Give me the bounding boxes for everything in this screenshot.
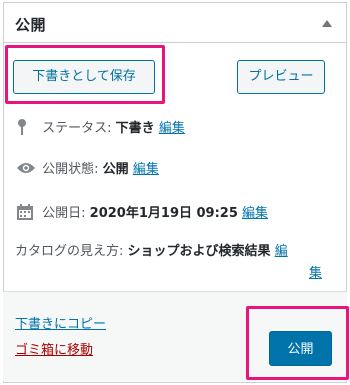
catalog-visibility-label: カタログの見え方: xyxy=(15,244,124,259)
edit-date-link[interactable]: 編集 xyxy=(242,206,268,221)
status-label: ステータス: xyxy=(42,121,112,136)
panel-header[interactable]: 公開 xyxy=(4,3,346,43)
visibility-value: 公開 xyxy=(102,162,129,177)
edit-visibility-link[interactable]: 編集 xyxy=(133,162,159,177)
publish-date-row: 公開日: 2020年1月19日 09:25 編集 xyxy=(16,202,268,225)
visibility-label: 公開状態: xyxy=(42,162,99,177)
status-row: ステータス: 下書き 編集 xyxy=(16,117,185,140)
eye-icon xyxy=(16,161,38,179)
publish-date-label: 公開日: xyxy=(42,206,86,221)
catalog-visibility-row: カタログの見え方: ショップおよび検索結果 編 xyxy=(15,240,288,259)
publish-button[interactable]: 公開 xyxy=(269,331,332,366)
move-to-trash-link[interactable]: ゴミ箱に移動 xyxy=(15,339,93,358)
edit-catalog-link[interactable]: 編 xyxy=(275,244,288,259)
panel-title: 公開 xyxy=(15,16,47,34)
edit-status-link[interactable]: 編集 xyxy=(159,121,185,136)
preview-button[interactable]: プレビュー xyxy=(237,60,325,94)
edit-catalog-link-wrap[interactable]: 集 xyxy=(309,262,322,281)
triangle-up-icon[interactable] xyxy=(322,20,332,27)
calendar-icon xyxy=(16,203,38,225)
publish-date-value: 2020年1月19日 09:25 xyxy=(89,206,238,221)
status-value: 下書き xyxy=(115,121,155,136)
pin-icon xyxy=(16,118,38,140)
copy-to-draft-link[interactable]: 下書きにコピー xyxy=(15,313,106,332)
visibility-row: 公開状態: 公開 編集 xyxy=(16,158,159,179)
save-draft-button[interactable]: 下書きとして保存 xyxy=(13,60,155,94)
catalog-visibility-value: ショップおよび検索結果 xyxy=(127,244,271,259)
